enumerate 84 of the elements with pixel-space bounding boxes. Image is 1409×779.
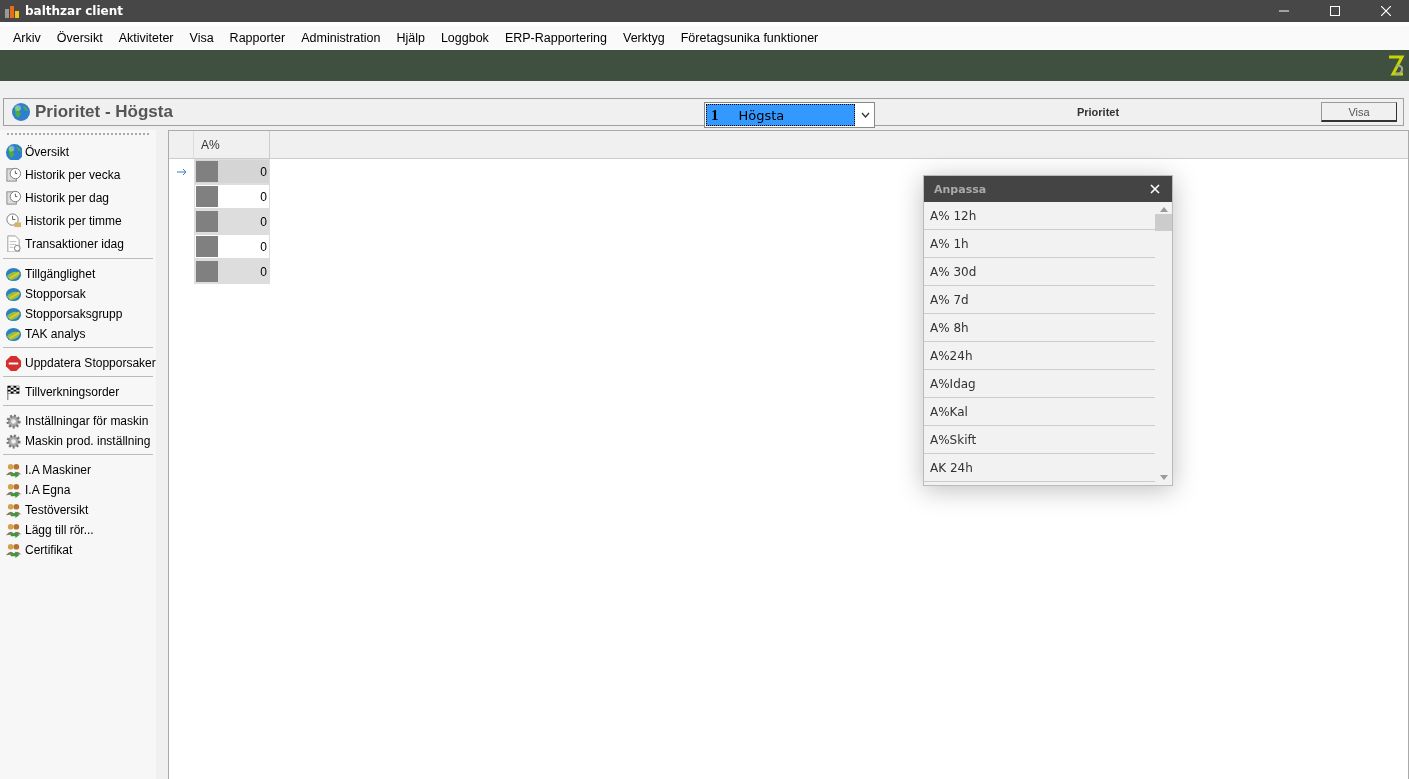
users-icon [5, 481, 22, 499]
sidebar-item[interactable]: Lägg till rör... [3, 520, 153, 540]
sidebar-item[interactable]: Historik per dag [3, 186, 153, 209]
users-icon [5, 521, 22, 539]
sidebar-item[interactable]: Stopporsaksgrupp [3, 304, 153, 324]
close-icon [1381, 6, 1391, 16]
menu-item[interactable]: Loggbok [432, 31, 497, 45]
menu-item[interactable]: Administration [293, 31, 389, 45]
pie-chart-icon [5, 265, 22, 283]
priority-label: Prioritet [1075, 106, 1121, 118]
cell-value: 0 [260, 214, 267, 229]
pie-chart-icon [5, 305, 22, 323]
cell-swatch [196, 211, 218, 232]
sidebar-item[interactable]: Inställningar för maskin [3, 411, 153, 431]
sidebar-item[interactable]: Historik per vecka [3, 163, 153, 186]
cell-swatch [196, 186, 218, 207]
sidebar-item[interactable]: Tillverkningsorder [3, 382, 153, 402]
list-item[interactable]: A% 7d [924, 286, 1155, 314]
menu-item[interactable]: Översikt [48, 31, 111, 45]
sidebar-item[interactable]: Testöversikt [3, 500, 153, 520]
list-item[interactable]: A%Idag [924, 370, 1155, 398]
scroll-down-icon [1159, 475, 1168, 481]
cell-value: 0 [260, 264, 267, 279]
sidebar-item[interactable]: I.A Maskiner [3, 460, 153, 480]
list-item[interactable]: A% 1h [924, 230, 1155, 258]
menu-item[interactable]: Verktyg [615, 31, 673, 45]
menu-item[interactable]: Arkiv [5, 31, 49, 45]
clock-icon [5, 189, 22, 206]
menu-item[interactable]: Aktiviteter [110, 31, 182, 45]
clock-icon [5, 212, 22, 229]
users-icon [5, 461, 22, 479]
sidebar-item[interactable]: TAK analys [3, 324, 153, 344]
gear-icon [5, 432, 22, 450]
list-item[interactable]: A%Skift [924, 426, 1155, 454]
chevron-down-icon [860, 112, 870, 118]
users-icon [5, 501, 22, 519]
cell-swatch [196, 261, 218, 282]
list-item[interactable]: A% 12h [924, 202, 1155, 230]
sidebar-item[interactable]: Översikt [3, 140, 153, 163]
app-logo-icon [4, 3, 20, 19]
sidebar-item[interactable]: Stopporsak [3, 284, 153, 304]
cell-value: 0 [260, 189, 267, 204]
cell-swatch [196, 236, 218, 257]
list-item[interactable]: A%Kal [924, 398, 1155, 426]
sidebar-item[interactable]: I.A Egna [3, 480, 153, 500]
priority-dropdown[interactable]: 1 Högsta [704, 102, 875, 128]
globe-icon [10, 101, 32, 123]
pie-chart-icon [5, 285, 22, 303]
cell-value: 0 [260, 239, 267, 254]
page-title: Prioritet - Högsta [35, 102, 173, 122]
sidebar-item[interactable]: Historik per timme [3, 209, 153, 232]
list-item[interactable]: A% 30d [924, 258, 1155, 286]
clock-icon [5, 166, 22, 183]
sidebar-item[interactable]: Tillgänglighet [3, 264, 153, 284]
sidebar-item[interactable]: Maskin prod. inställning [3, 431, 153, 451]
list-item[interactable]: A%24h [924, 342, 1155, 370]
menu-item[interactable]: Visa [181, 31, 222, 45]
scroll-up-icon [1159, 206, 1168, 212]
dialog-close-button[interactable] [1148, 182, 1162, 196]
globe-icon [5, 143, 22, 160]
column-header[interactable]: A% [194, 131, 270, 158]
menu-item[interactable]: ERP-Rapportering [496, 31, 615, 45]
cell-swatch [196, 161, 218, 182]
dialog-title: Anpassa [934, 182, 987, 196]
list-item[interactable]: AK 24h [924, 454, 1155, 482]
scrollbar-thumb[interactable] [1155, 214, 1172, 231]
show-button[interactable]: Visa [1321, 102, 1397, 122]
menu-item[interactable]: Rapporter [221, 31, 294, 45]
cell-value: 0 [260, 164, 267, 179]
maximize-icon [1330, 6, 1340, 16]
pie-chart-icon [5, 325, 22, 343]
menu-item[interactable]: Hjälp [388, 31, 433, 45]
sidebar-item[interactable]: Certifikat [3, 540, 153, 560]
list-item[interactable]: A% 8h [924, 314, 1155, 342]
gear-icon [5, 412, 22, 430]
sidebar-item[interactable]: Transaktioner idag [3, 232, 153, 255]
users-icon [5, 541, 22, 559]
close-icon [1150, 184, 1160, 194]
window-title: balthzar client [25, 4, 124, 18]
menu-item[interactable]: Företagsunika funktioner [672, 31, 827, 45]
stop-sign-icon [5, 354, 22, 372]
document-icon [5, 235, 22, 252]
brand-logo-icon [1387, 54, 1405, 77]
checkered-flag-icon [5, 383, 22, 401]
